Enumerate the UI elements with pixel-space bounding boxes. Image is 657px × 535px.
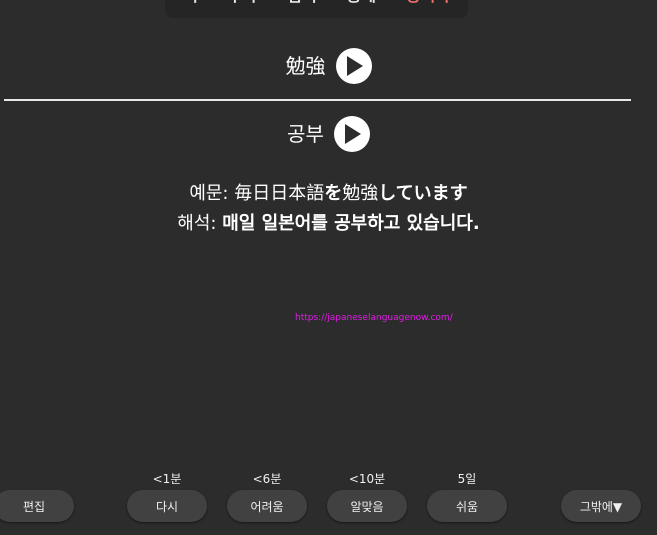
back-word-row: 공부 — [0, 114, 657, 154]
translation-label: 해석: — [177, 213, 223, 234]
review-screen: 색 추가 검색 통계 동기화 勉強 공부 예문: 毎日日本語を勉強しています 해… — [0, 0, 657, 535]
top-nav: 색 추가 검색 통계 동기화 — [165, 0, 468, 18]
translation-text: 매일 일본어를 공부하고 있습니다. — [222, 213, 480, 234]
back-word: 공부 — [287, 122, 324, 146]
nav-item-stats[interactable]: 통계 — [332, 0, 391, 18]
front-word: 勉強 — [285, 54, 326, 78]
nav-item-sync[interactable]: 동기화 — [391, 0, 465, 18]
nav-item-browse[interactable]: 검색 — [272, 0, 331, 18]
example-sentence: 예문: 毎日日本語を勉強しています — [0, 180, 657, 208]
example-tail: しています — [378, 183, 468, 204]
play-icon — [346, 56, 363, 76]
again-interval: <1분 — [152, 472, 182, 486]
more-button-label: 그밖에▼ — [579, 499, 623, 514]
good-button-label: 알맞음 — [350, 499, 384, 514]
good-interval: <10분 — [348, 472, 386, 486]
play-icon — [344, 124, 361, 144]
example-kanji-2: 勉強 — [342, 183, 379, 204]
example-particle: を — [324, 183, 343, 204]
hard-interval: <6분 — [252, 472, 282, 486]
again-button-label: 다시 — [155, 499, 179, 514]
play-front-audio-button[interactable] — [335, 48, 372, 84]
translation-sentence: 해석: 매일 일본어를 공부하고 있습니다. — [0, 210, 657, 238]
edit-button-label: 편집 — [22, 499, 46, 514]
source-link[interactable]: https://japaneselanguagenow.com/ — [295, 313, 453, 323]
hard-button[interactable]: 어려움 — [227, 490, 307, 522]
nav-item-add[interactable]: 추가 — [213, 0, 272, 18]
more-button[interactable]: 그밖에▼ — [561, 490, 641, 522]
example-label: 예문: — [189, 183, 235, 204]
play-back-audio-button[interactable] — [333, 116, 370, 152]
example-kanji: 毎日日本語 — [234, 183, 325, 204]
easy-button-label: 쉬움 — [455, 499, 479, 514]
again-button[interactable]: 다시 — [127, 490, 207, 522]
front-word-row: 勉強 — [0, 46, 657, 86]
good-button[interactable]: 알맞음 — [327, 490, 407, 522]
card-divider — [4, 99, 631, 101]
nav-item-decks[interactable]: 색 — [168, 0, 213, 18]
edit-button[interactable]: 편집 — [0, 490, 74, 522]
easy-interval: 5일 — [457, 472, 477, 486]
easy-button[interactable]: 쉬움 — [427, 490, 507, 522]
hard-button-label: 어려움 — [250, 499, 284, 514]
